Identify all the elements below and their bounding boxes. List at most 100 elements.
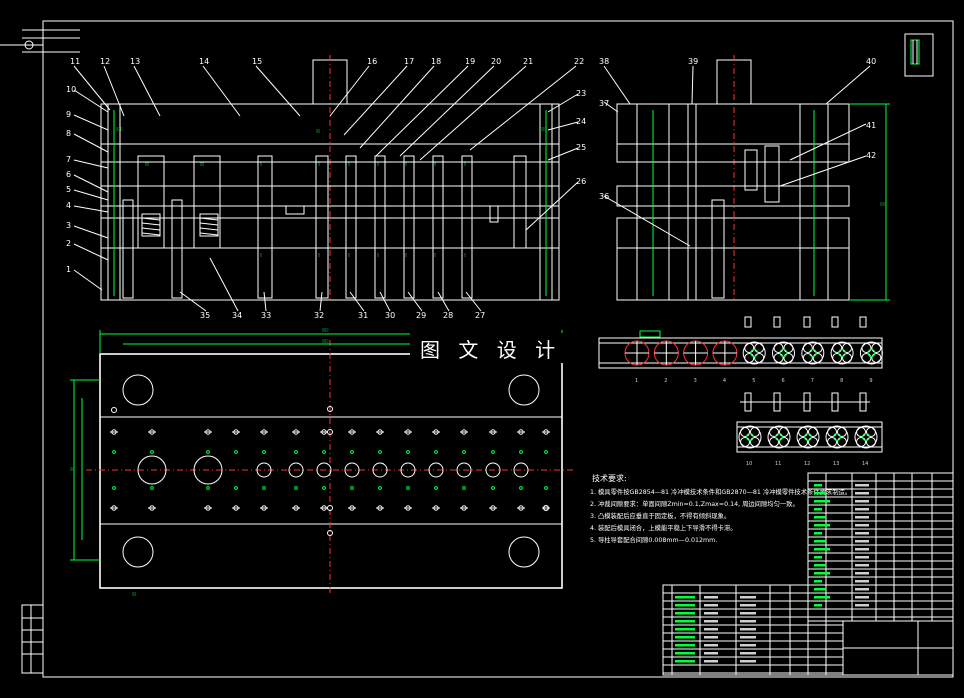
svg-text:▯▯▯: ▯▯▯ bbox=[322, 327, 329, 332]
strip-station-label: 1 bbox=[635, 378, 638, 384]
part-number-label: 7 bbox=[66, 155, 71, 164]
svg-text:▯: ▯ bbox=[434, 252, 436, 257]
part-number-label: 11 bbox=[70, 57, 80, 66]
svg-text:▯: ▯ bbox=[318, 252, 320, 257]
side-section-view: ▯▯▯ bbox=[603, 55, 890, 301]
svg-text:▯▯: ▯▯ bbox=[132, 591, 136, 596]
tech-item: 3. 凸模装配后应垂直于固定板，不得有倾斜现象。 bbox=[590, 511, 730, 520]
strip-station bbox=[742, 341, 766, 365]
part-number-label: 23 bbox=[576, 89, 586, 98]
drawing-canvas: ▯▯▯ ▯▯ ▯▯▯ ▯▯ ▯▯ ▯ ▯ ▯ ▯ ▯ ▯ ▯ ▯ ▯ ▯ ▯ ▯ ▯ ▯ bbox=[0, 20, 954, 678]
tech-item: 4. 装配后模具闭合，上模能平稳上下导滑不得卡滞。 bbox=[590, 523, 737, 532]
svg-text:▯▯▯: ▯▯▯ bbox=[540, 126, 547, 131]
part-number-label: 37 bbox=[599, 99, 609, 108]
part-number-label: 30 bbox=[385, 311, 395, 320]
svg-text:▯▯▯: ▯▯▯ bbox=[880, 201, 887, 206]
svg-text:▯: ▯ bbox=[405, 161, 407, 166]
part-number-label: 40 bbox=[866, 57, 876, 66]
strip-station-label: 9 bbox=[869, 378, 872, 384]
part-number-label: 17 bbox=[404, 57, 414, 66]
strip-station bbox=[767, 425, 791, 449]
part-number-label: 16 bbox=[367, 57, 377, 66]
svg-text:▯▯: ▯▯ bbox=[316, 128, 320, 133]
strip-station-label: 14 bbox=[862, 461, 868, 467]
strip-station-label: 12 bbox=[804, 461, 810, 467]
strip-station bbox=[801, 341, 825, 365]
part-number-label: 20 bbox=[491, 57, 501, 66]
strip-station-label: 10 bbox=[746, 461, 752, 467]
part-number-label: 9 bbox=[66, 110, 71, 119]
strip-layout bbox=[598, 316, 883, 453]
part-number-label: 15 bbox=[252, 57, 262, 66]
part-number-label: 21 bbox=[523, 57, 533, 66]
part-number-label: 29 bbox=[416, 311, 426, 320]
part-number-label: 2 bbox=[66, 239, 71, 248]
part-number-label: 14 bbox=[199, 57, 209, 66]
plan-view: ▯▯▯ ▯▯▯ ▯▯ ▯▯ bbox=[70, 327, 576, 596]
strip-station-label: 4 bbox=[723, 378, 726, 384]
part-number-label: 31 bbox=[358, 311, 368, 320]
strip-station bbox=[653, 340, 679, 366]
part-number-label: 35 bbox=[200, 311, 210, 320]
svg-text:▯: ▯ bbox=[260, 161, 262, 166]
part-number-label: 6 bbox=[66, 170, 71, 179]
part-number-label: 39 bbox=[688, 57, 698, 66]
strip-station-label: 6 bbox=[782, 378, 785, 384]
svg-text:▯: ▯ bbox=[464, 161, 466, 166]
left-stamp-block bbox=[21, 604, 44, 674]
svg-text:▯: ▯ bbox=[464, 252, 466, 257]
svg-text:▯: ▯ bbox=[348, 252, 350, 257]
strip-station bbox=[859, 341, 883, 365]
strip-station bbox=[830, 341, 854, 365]
svg-text:▯▯: ▯▯ bbox=[145, 161, 149, 166]
tech-item: 1. 模具零件按GB2854—81 冷冲模技术条件和GB2870—81 冷冲模零… bbox=[590, 487, 851, 496]
tech-item: 2. 冲裁间隙要求：单面间隙Zmin=0.1,Zmax=0.14, 周边间隙均匀… bbox=[590, 499, 799, 508]
svg-text:▯▯▯: ▯▯▯ bbox=[116, 126, 123, 131]
part-number-label: 13 bbox=[130, 57, 140, 66]
svg-text:▯▯: ▯▯ bbox=[70, 466, 74, 471]
part-number-label: 1 bbox=[66, 265, 71, 274]
strip-station bbox=[738, 425, 762, 449]
strip-station-label: 7 bbox=[811, 378, 814, 384]
part-number-label: 19 bbox=[465, 57, 475, 66]
part-number-label: 22 bbox=[574, 57, 584, 66]
part-number-label: 41 bbox=[866, 121, 876, 130]
strip-station-label: 5 bbox=[752, 378, 755, 384]
svg-text:▯▯: ▯▯ bbox=[200, 161, 204, 166]
part-number-label: 12 bbox=[100, 57, 110, 66]
strip-station-label: 13 bbox=[833, 461, 839, 467]
svg-text:▯: ▯ bbox=[260, 252, 262, 257]
part-number-label: 25 bbox=[576, 143, 586, 152]
corner-mark bbox=[904, 33, 934, 77]
strip-station bbox=[772, 341, 795, 365]
strip-station-label: 2 bbox=[664, 378, 667, 384]
part-number-label: 24 bbox=[576, 117, 586, 126]
part-number-label: 32 bbox=[314, 311, 324, 320]
part-number-label: 10 bbox=[66, 85, 76, 94]
part-number-label: 33 bbox=[261, 311, 271, 320]
strip-station bbox=[854, 425, 878, 449]
part-number-label: 42 bbox=[866, 151, 876, 160]
part-number-label: 4 bbox=[66, 201, 71, 210]
part-number-labels: 11 12 13 14 15 16 17 18 19 20 21 221098765432123242… bbox=[66, 57, 876, 320]
svg-text:▯: ▯ bbox=[377, 161, 379, 166]
strip-station bbox=[624, 340, 650, 366]
svg-text:▯: ▯ bbox=[405, 252, 407, 257]
svg-text:▯▯▯: ▯▯▯ bbox=[322, 338, 329, 343]
main-section-view: ▯▯▯ ▯▯ ▯▯▯ ▯▯ ▯▯ ▯ ▯ ▯ ▯ ▯ ▯ ▯ ▯ ▯ ▯ ▯ ▯ ▯ ▯ bbox=[73, 55, 579, 312]
strip-station bbox=[796, 425, 820, 449]
tech-heading: 技术要求: bbox=[592, 473, 627, 483]
part-number-label: 38 bbox=[599, 57, 609, 66]
svg-text:▯: ▯ bbox=[318, 161, 320, 166]
part-number-label: 28 bbox=[443, 311, 453, 320]
part-number-label: 3 bbox=[66, 221, 71, 230]
strip-station bbox=[712, 340, 738, 366]
strip-station-label: 8 bbox=[840, 378, 843, 384]
svg-text:▯: ▯ bbox=[348, 161, 350, 166]
part-number-label: 34 bbox=[232, 311, 242, 320]
technical-requirements: 技术要求: 1. 模具零件按GB2854—81 冷冲模技术条件和GB2870—8… bbox=[590, 473, 851, 544]
strip-station-label: 3 bbox=[694, 378, 697, 384]
strip-station bbox=[825, 425, 849, 449]
part-number-label: 8 bbox=[66, 129, 71, 138]
part-number-label: 18 bbox=[431, 57, 441, 66]
